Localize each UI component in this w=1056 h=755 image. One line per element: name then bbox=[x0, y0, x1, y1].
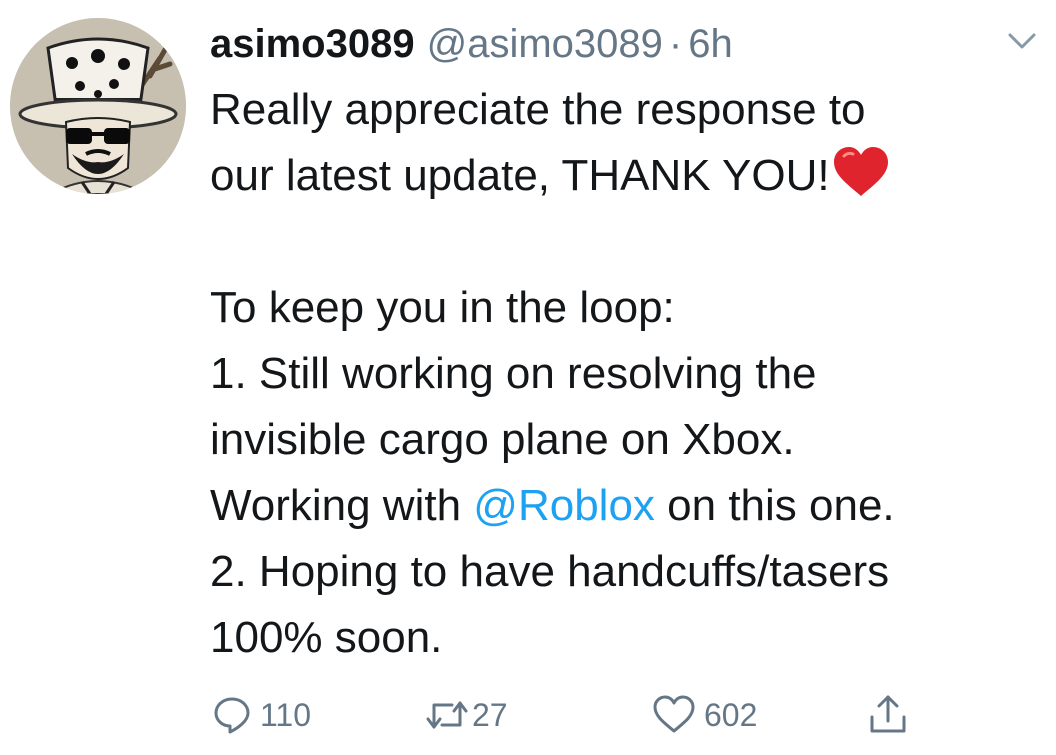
red-heart-emoji bbox=[832, 146, 890, 217]
retweet-icon bbox=[424, 695, 470, 735]
heart-icon bbox=[652, 695, 696, 735]
mention-link[interactable]: @Roblox bbox=[473, 481, 655, 530]
reply-icon bbox=[212, 695, 252, 735]
tweet-text-line: Really appreciate the response to bbox=[210, 85, 866, 134]
retweet-count: 27 bbox=[472, 696, 508, 733]
tweet-text-line: invisible cargo plane on Xbox. bbox=[210, 415, 795, 464]
tweet-text-line: 100% soon. bbox=[210, 613, 443, 662]
tweet-text-segment: our latest update, THANK YOU! bbox=[210, 151, 830, 200]
tweet-text-line-with-emoji: our latest update, THANK YOU! bbox=[210, 143, 1040, 209]
reply-button[interactable]: 110 bbox=[212, 690, 311, 740]
tweet-text-line: 1. Still working on resolving the bbox=[210, 349, 817, 398]
tweet-text-line: To keep you in the loop: bbox=[210, 283, 675, 332]
timestamp[interactable]: 6h bbox=[688, 14, 733, 74]
avatar[interactable] bbox=[10, 18, 186, 194]
retweet-button[interactable]: 27 bbox=[424, 690, 508, 740]
user-handle[interactable]: @asimo3089 bbox=[427, 14, 663, 74]
tweet-text: Really appreciate the response to our la… bbox=[210, 77, 1040, 671]
like-count: 602 bbox=[704, 696, 758, 733]
separator-dot: · bbox=[668, 22, 683, 66]
like-button[interactable]: 602 bbox=[652, 690, 757, 740]
action-bar: 110 27 602 bbox=[0, 690, 1056, 740]
tweet-header: asimo3089 @asimo3089 · 6h bbox=[210, 14, 733, 74]
chevron-down-icon[interactable] bbox=[1002, 26, 1042, 56]
tweet-text-line-with-mention: Working with @Roblox on this one. bbox=[210, 473, 1040, 539]
share-button[interactable] bbox=[866, 690, 910, 740]
tweet-text-segment: Working with bbox=[210, 481, 474, 530]
reply-count: 110 bbox=[260, 696, 312, 733]
tweet-text-segment: on this one. bbox=[654, 481, 895, 530]
tweet-text-line: 2. Hoping to have handcuffs/tasers bbox=[210, 547, 890, 596]
avatar-illustration bbox=[10, 18, 186, 194]
display-name[interactable]: asimo3089 bbox=[210, 14, 415, 74]
tweet: asimo3089 @asimo3089 · 6h Really appreci… bbox=[0, 0, 1056, 755]
share-icon bbox=[866, 693, 910, 737]
